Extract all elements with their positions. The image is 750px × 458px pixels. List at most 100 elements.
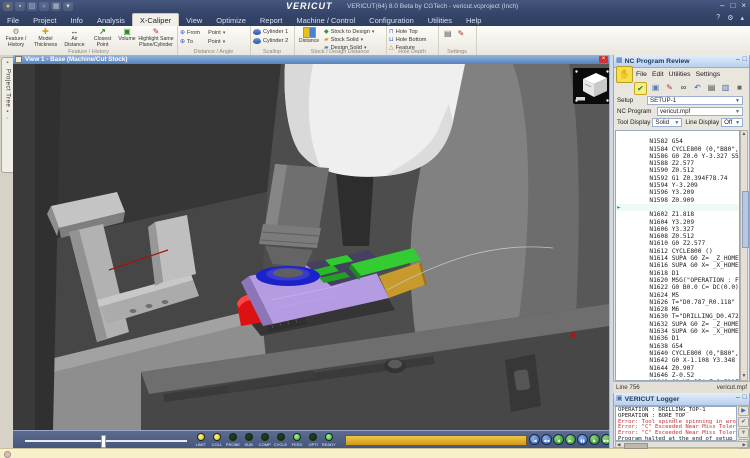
gcode-line[interactable]: N1636 D1 — [616, 328, 739, 335]
gcode-line[interactable]: N1622 G0 B0.0 C= DC(0.0) — [616, 277, 739, 284]
progress-slider-track[interactable] — [25, 440, 187, 442]
playback-button[interactable]: ▮▮ — [577, 434, 588, 445]
menu-item[interactable]: Report — [253, 14, 290, 26]
model-thickness-button[interactable]: ✚ Model Thickness — [31, 27, 60, 48]
nc-menu-edit[interactable]: Edit — [652, 71, 664, 78]
stock-solid-button[interactable]: ▰ Stock Solid ▾ — [324, 36, 363, 43]
gcode-line[interactable]: N1616 SUPA G0 X= _X_HOME Y= _Y_HOME — [616, 255, 739, 262]
scrollbar-thumb[interactable] — [742, 191, 749, 248]
volume-button[interactable]: ▣ Volume — [116, 27, 138, 42]
logger-hscrollbar[interactable]: ◀ ▶ — [615, 441, 748, 448]
quick-access-icon[interactable] — [15, 2, 25, 11]
menu-item[interactable]: Info — [63, 14, 90, 26]
nc-toolbar-icon[interactable] — [706, 82, 717, 93]
nc-toolbar-icon[interactable] — [664, 82, 675, 93]
gcode-line[interactable]: N1628 M6 — [616, 299, 739, 306]
highlight-same-plane-button[interactable]: ✎ Highlight Same Plane/Cylinder — [136, 27, 176, 48]
logger-message-list[interactable]: OPERATION : DRILLING_TOP-1OPERATION : BO… — [615, 406, 737, 441]
logger-toolbar-icon[interactable] — [738, 406, 749, 416]
hole-top-button[interactable]: ⊓ Hole Top — [389, 28, 418, 35]
gcode-line[interactable]: N1600 Y-3.209 — [616, 197, 739, 204]
line-display-select[interactable]: Off▼ — [721, 118, 743, 127]
gcode-line[interactable]: N1588 Z2.577 — [616, 153, 739, 160]
hole-bottom-button[interactable]: ⊔ Hole Bottom — [389, 36, 426, 43]
menu-item[interactable]: Analysis — [90, 14, 132, 26]
nc-toolbar-icon[interactable] — [720, 82, 731, 93]
playback-button[interactable]: ◀◀ — [541, 434, 552, 445]
nc-toolbar-icon[interactable] — [678, 82, 689, 93]
gcode-line[interactable]: N1598 Z0.909 — [616, 189, 739, 196]
menu-item[interactable]: Utilities — [421, 14, 459, 26]
setup-select[interactable]: SETUP-1▼ — [647, 96, 743, 105]
gcode-line[interactable]: ►N1602 Z1.818 — [616, 204, 739, 211]
probe-settings-icon[interactable]: ✎ — [458, 29, 465, 38]
scroll-right-icon[interactable]: ▶ — [743, 442, 746, 447]
scroll-up-icon[interactable]: ▲ — [741, 131, 747, 138]
gcode-line[interactable]: N1584 CYCLE800 (0,"B80",0,57,0,.0,.,. — [616, 138, 739, 145]
tool-display-select[interactable]: Solid▼ — [652, 118, 682, 127]
view-close-icon[interactable]: × — [599, 56, 608, 63]
logger-toolbar-icon[interactable] — [738, 417, 749, 427]
gcode-line[interactable]: N1626 T="D0.787_R0.118" — [616, 292, 739, 299]
gcode-line[interactable]: N1644 Z0.907 — [616, 357, 739, 364]
progress-slider-handle[interactable] — [101, 435, 106, 448]
gcode-line[interactable]: N1632 SUPA G0 Z= _Z_HOME D0 — [616, 313, 739, 320]
menu-item[interactable]: File — [0, 14, 26, 26]
gear-icon[interactable]: ⚙ — [727, 14, 733, 22]
scroll-left-icon[interactable]: ◀ — [617, 442, 620, 447]
panel-minimize-icon[interactable]: – — [736, 394, 740, 401]
gcode-line[interactable]: N1642 G0 X-1.108 Y3.348 S10000 D1 M — [616, 350, 739, 357]
gcode-line[interactable]: N1608 Z0.512 — [616, 226, 739, 233]
menu-item[interactable]: Configuration — [362, 14, 421, 26]
feature-history-button[interactable]: ⚙ Feature / History — [2, 27, 30, 48]
panel-float-icon[interactable]: □ — [743, 56, 747, 63]
cylinder1-button[interactable]: Cylinder 1 — [253, 29, 288, 35]
gcode-line[interactable]: N1586 G0 Z0.0 Y-3.327 S5000 D1 — [616, 146, 739, 153]
minimize-icon[interactable]: – — [720, 1, 724, 11]
machine-3d-viewport[interactable] — [13, 64, 609, 430]
gcode-line[interactable]: N1638 G54 — [616, 335, 739, 342]
nc-menu-file[interactable]: File — [636, 71, 647, 78]
nc-toolbar-icon[interactable] — [734, 82, 745, 93]
quick-access-icon[interactable] — [3, 2, 13, 11]
scrollbar-thumb[interactable] — [624, 443, 648, 449]
quick-access-icon[interactable] — [39, 2, 49, 11]
list-settings-icon[interactable]: ▤ — [444, 29, 452, 38]
gcode-line[interactable]: N1604 Y3.209 — [616, 211, 739, 218]
nc-menu-settings[interactable]: Settings — [696, 71, 721, 78]
menu-item[interactable]: Project — [26, 14, 63, 26]
to-point-button[interactable]: ⊕ To Point ▾ — [180, 38, 225, 45]
air-distance-button[interactable]: ↔ Air Distance — [61, 27, 88, 48]
gcode-line[interactable]: N1592 G1 Z0.394F78.74 — [616, 167, 739, 174]
quick-access-icon[interactable] — [63, 2, 73, 11]
closest-point-button[interactable]: ↗ Closest Point — [89, 27, 116, 48]
stock-to-design-button[interactable]: ◆ Stock to Design ▾ — [324, 28, 374, 35]
gcode-line[interactable]: N1614 SUPA G0 Z= _Z_HOME D0 — [616, 248, 739, 255]
gcode-line[interactable]: N1620 MSG("OPERATION : FLOOR_WALL_P — [616, 270, 739, 277]
vericut-logger-header[interactable]: ▣ VERICUT Logger – □ — [614, 393, 749, 406]
gcode-line[interactable]: N1594 Y-3.209 — [616, 175, 739, 182]
xcaliper-tool-icon[interactable]: ✋ — [616, 66, 633, 83]
nc-toolbar-icon[interactable] — [650, 82, 661, 93]
quick-access-icon[interactable] — [51, 2, 61, 11]
maximize-icon[interactable]: □ — [730, 1, 735, 11]
gcode-line[interactable]: N1640 CYCLE800 (0,"B80",0,57,0,.0,.,. — [616, 343, 739, 350]
menu-item[interactable]: View — [179, 14, 209, 26]
nc-program-select[interactable]: vericut.mpf▼ — [657, 107, 743, 116]
close-icon[interactable]: × — [741, 1, 746, 11]
gcode-line[interactable]: N1630 T="DRILLING_D0.472" — [616, 306, 739, 313]
scroll-down-icon[interactable]: ▼ — [741, 373, 747, 380]
gcode-line[interactable]: N1646 Z-0.52 — [616, 365, 739, 372]
menu-item[interactable]: Machine / Control — [289, 14, 362, 26]
gcode-line[interactable]: N1618 D1 — [616, 262, 739, 269]
menu-item[interactable]: Optimize — [209, 14, 253, 26]
view-title-bar[interactable]: View 1 - Base (Machine/Cut Stock) × — [13, 55, 609, 64]
playback-button[interactable]: ◀ — [553, 434, 564, 445]
nc-menu-utilities[interactable]: Utilities — [669, 71, 691, 78]
playback-button[interactable]: ▶| — [565, 434, 576, 445]
menu-item[interactable]: Help — [459, 14, 488, 26]
cylinder2-button[interactable]: Cylinder 2 — [253, 38, 288, 44]
quick-access-icon[interactable] — [27, 2, 37, 11]
ribbon-collapse-icon[interactable]: ▴ — [740, 14, 744, 22]
menu-item[interactable]: X-Caliper — [132, 13, 179, 26]
